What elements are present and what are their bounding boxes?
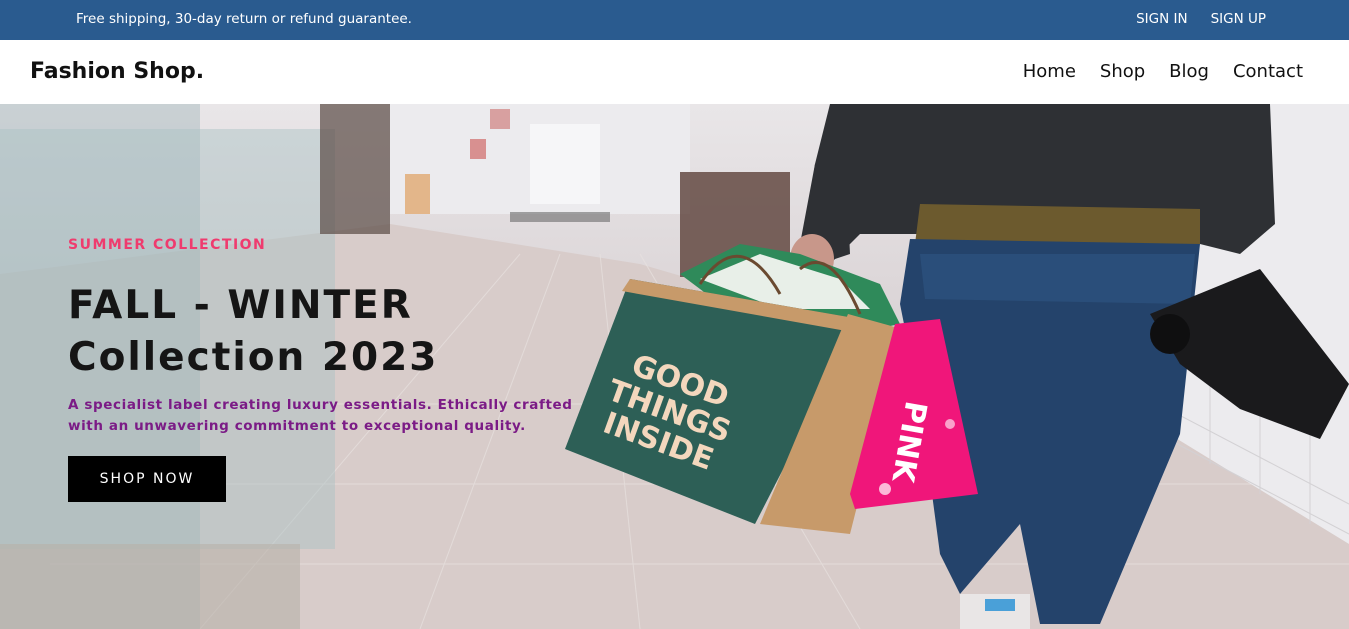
hero-title-line1: FALL - WINTER	[68, 283, 413, 328]
nav-home[interactable]: Home	[1023, 61, 1076, 82]
shipping-notice: Free shipping, 30-day return or refund g…	[76, 11, 412, 27]
hero-title-line2: Collection 2023	[68, 335, 439, 380]
shop-now-button[interactable]: SHOP NOW	[68, 456, 226, 502]
nav-contact[interactable]: Contact	[1233, 61, 1303, 82]
hero-banner: GOOD THINGS INSIDE PINK SUMMER COLLECTIO…	[0, 104, 1349, 629]
tagline-line2: with an unwavering commitment to excepti…	[68, 418, 526, 434]
sign-in-link[interactable]: SIGN IN	[1136, 11, 1187, 27]
nav-blog[interactable]: Blog	[1169, 61, 1209, 82]
hero-title: FALL - WINTER Collection 2023	[68, 280, 438, 384]
main-menu: Home Shop Blog Contact	[1023, 61, 1303, 82]
site-logo[interactable]: Fashion Shop.	[30, 59, 204, 84]
auth-links: SIGN IN SIGN UP	[1136, 11, 1266, 27]
main-navbar: Fashion Shop. Home Shop Blog Contact	[0, 40, 1349, 104]
tagline-line1: A specialist label creating luxury essen…	[68, 397, 573, 413]
hero-tagline: A specialist label creating luxury essen…	[68, 395, 628, 437]
collection-eyebrow: SUMMER COLLECTION	[68, 237, 267, 253]
announcement-bar: Free shipping, 30-day return or refund g…	[0, 0, 1349, 40]
sign-up-link[interactable]: SIGN UP	[1211, 11, 1266, 27]
nav-shop[interactable]: Shop	[1100, 61, 1145, 82]
